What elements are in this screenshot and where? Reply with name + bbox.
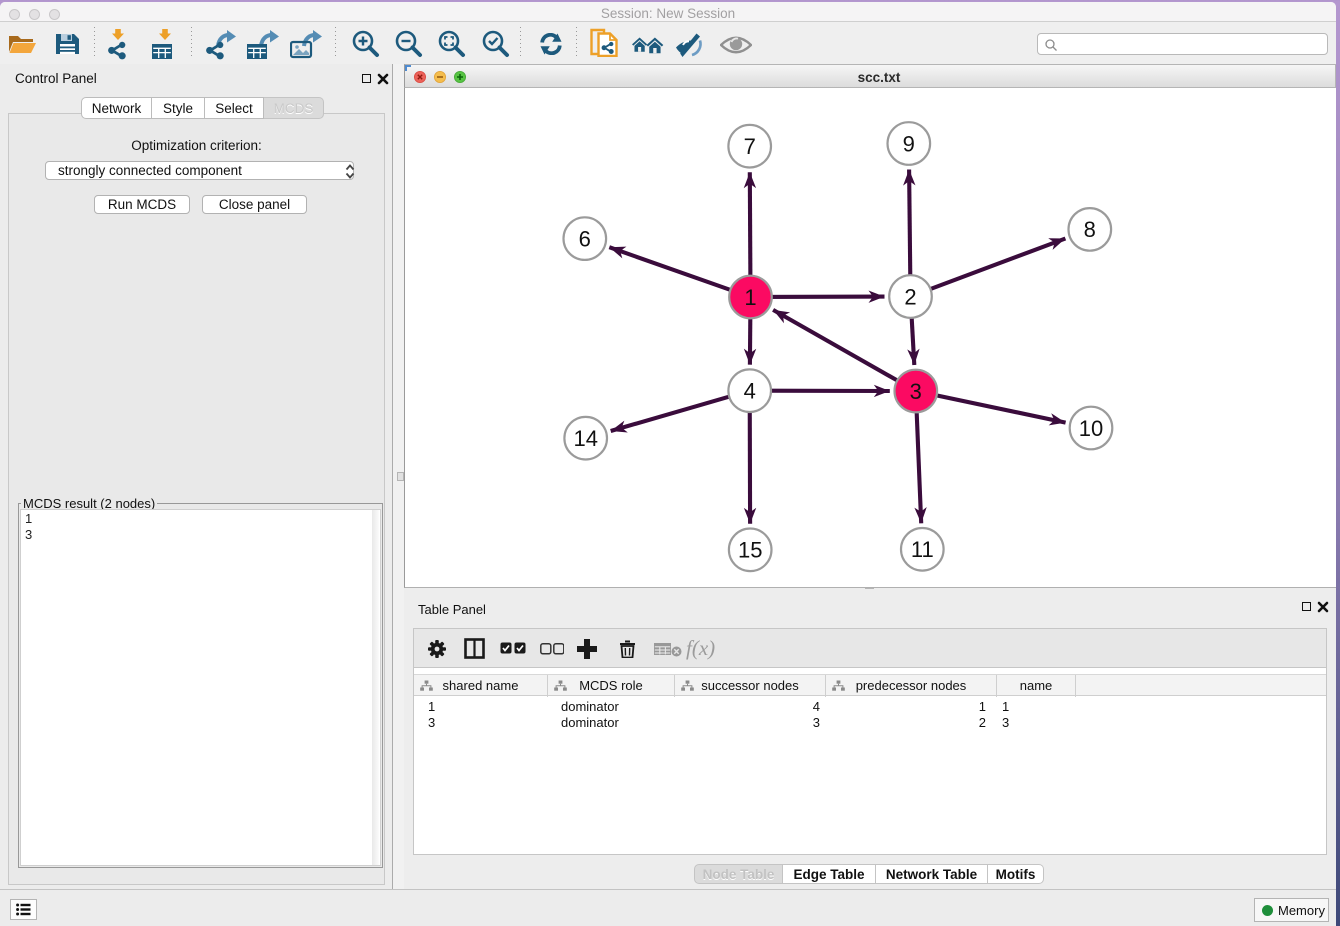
svg-text:1: 1 (744, 285, 756, 310)
svg-text:11: 11 (911, 537, 934, 562)
svg-text:15: 15 (738, 538, 762, 563)
svg-text:8: 8 (1084, 217, 1096, 242)
svg-text:4: 4 (744, 379, 756, 404)
svg-text:6: 6 (579, 226, 591, 251)
svg-text:14: 14 (573, 426, 597, 451)
svg-text:10: 10 (1079, 416, 1103, 441)
svg-text:7: 7 (744, 134, 756, 159)
svg-text:3: 3 (910, 379, 922, 404)
svg-text:9: 9 (903, 131, 915, 156)
svg-text:2: 2 (904, 284, 916, 309)
